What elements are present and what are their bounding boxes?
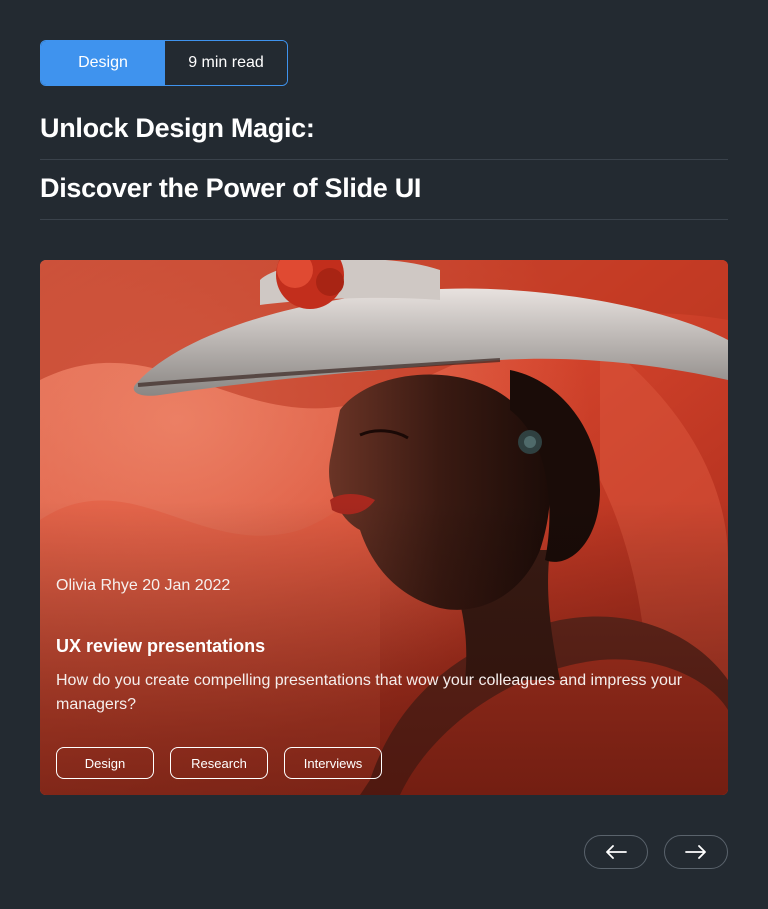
divider — [40, 219, 728, 220]
featured-post-card[interactable]: Olivia Rhye 20 Jan 2022 UX review presen… — [40, 260, 728, 795]
page-title-line-2: Discover the Power of Slide UI — [40, 173, 422, 203]
previous-button[interactable] — [584, 835, 648, 869]
divider — [40, 159, 728, 160]
tag-list: Design Research Interviews — [56, 747, 382, 779]
arrow-left-icon — [606, 845, 627, 859]
category-tag[interactable]: Design — [41, 41, 165, 85]
tag-interviews[interactable]: Interviews — [284, 747, 382, 779]
post-description: How do you create compelling presentatio… — [56, 672, 683, 713]
post-title[interactable]: UX review presentations — [56, 636, 265, 657]
article-badge: Design 9 min read — [40, 40, 288, 86]
post-meta: Olivia Rhye 20 Jan 2022 — [56, 577, 231, 594]
next-button[interactable] — [664, 835, 728, 869]
arrow-right-icon — [685, 845, 706, 859]
page: Design 9 min read Unlock Design Magic: D… — [0, 0, 768, 909]
tag-design[interactable]: Design — [56, 747, 154, 779]
page-title-line-1: Unlock Design Magic: — [40, 113, 315, 143]
read-time-label: 9 min read — [165, 41, 287, 85]
tag-research[interactable]: Research — [170, 747, 268, 779]
